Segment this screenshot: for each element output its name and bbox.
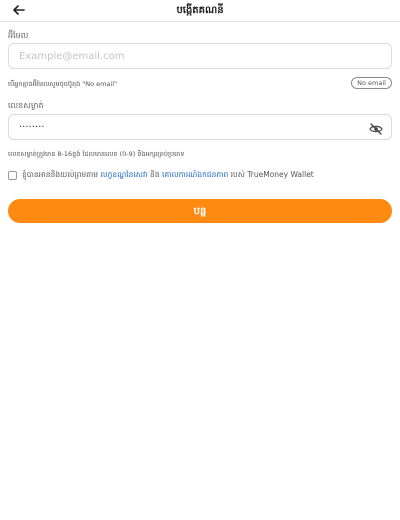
top-bar: បង្កើតគណនី bbox=[0, 0, 400, 22]
email-field-container bbox=[8, 43, 392, 69]
toggle-password-visibility-button[interactable] bbox=[369, 121, 383, 135]
terms-text: ខ្ញុំបានអាននិងយល់ព្រមតាម លក្ខខណ្ឌនៃសេវា … bbox=[22, 170, 314, 181]
terms-row: ខ្ញុំបានអាននិងយល់ព្រមតាម លក្ខខណ្ឌនៃសេវា … bbox=[8, 170, 392, 182]
eye-off-icon bbox=[369, 123, 383, 135]
terms-checkbox[interactable] bbox=[8, 171, 17, 180]
continue-button[interactable]: បន្ត bbox=[8, 199, 392, 223]
password-field-container bbox=[8, 114, 392, 140]
no-email-button[interactable]: No email bbox=[351, 77, 392, 89]
email-label: អ៊ីមែល bbox=[8, 31, 29, 40]
page-title: បង្កើតគណនី bbox=[176, 5, 224, 16]
password-hint: លេខសម្ងាត់ត្រូវមាន 8-16ខ្ទង់ ដែលមានលេខ (… bbox=[8, 150, 185, 158]
terms-of-service-link[interactable]: លក្ខខណ្ឌនៃសេវា bbox=[100, 170, 147, 179]
email-hint: បើអ្នកគ្មានអ៊ីមែលសូមចុចប៊ូតុង "No email" bbox=[8, 80, 118, 88]
email-field[interactable] bbox=[9, 44, 391, 69]
privacy-policy-link[interactable]: គោលការណ៍ឯកជនភាព bbox=[162, 170, 228, 179]
password-label: លេខសម្ងាត់ bbox=[8, 101, 44, 110]
terms-suffix: របស់ TrueMoney Wallet bbox=[228, 170, 314, 179]
terms-middle: និង bbox=[147, 170, 162, 179]
terms-prefix: ខ្ញុំបានអាននិងយល់ព្រមតាម bbox=[22, 170, 101, 179]
password-field[interactable] bbox=[9, 115, 391, 140]
